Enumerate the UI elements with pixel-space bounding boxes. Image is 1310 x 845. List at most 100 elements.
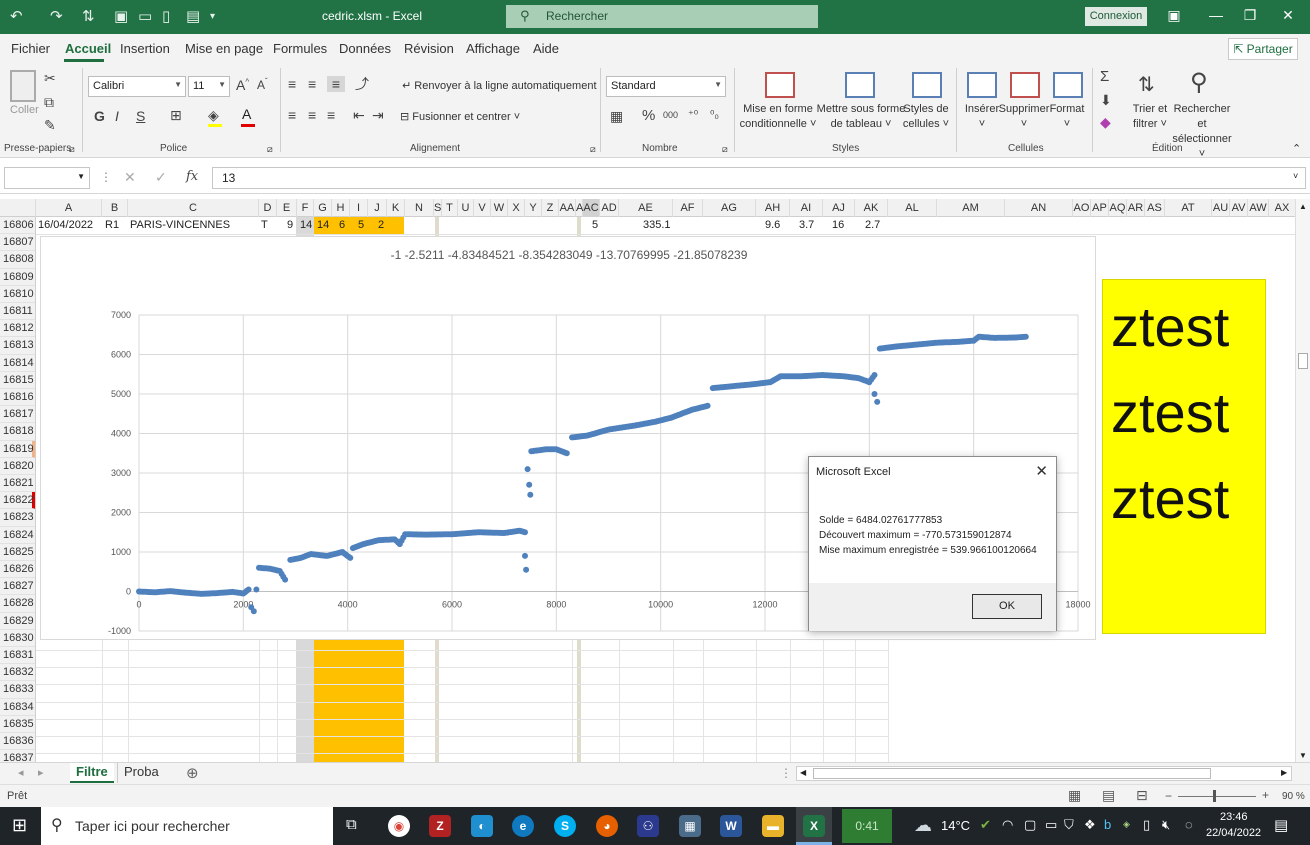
- insert-function-button[interactable]: fx: [186, 169, 198, 184]
- scroll-left-icon[interactable]: ◀: [800, 768, 806, 777]
- row-header[interactable]: 16809: [0, 269, 35, 286]
- alignment-launcher-icon[interactable]: ⧄: [590, 144, 596, 155]
- row-header[interactable]: 16812: [0, 320, 35, 338]
- share-button[interactable]: ⇱ Partager: [1228, 38, 1298, 60]
- column-header[interactable]: AU: [1212, 199, 1230, 217]
- column-header[interactable]: H: [332, 199, 350, 217]
- connexion-button[interactable]: Connexion: [1085, 7, 1147, 26]
- taskbar-search[interactable]: ⚲ Taper ici pour rechercher: [41, 807, 333, 845]
- cell-h[interactable]: 6: [339, 217, 345, 234]
- firefox-icon[interactable]: ◕: [596, 815, 618, 837]
- scroll-up-icon[interactable]: ▲: [1299, 202, 1307, 211]
- increase-font-icon[interactable]: A^: [236, 77, 249, 93]
- align-top-icon[interactable]: ≡: [288, 76, 296, 92]
- expand-formula-icon[interactable]: ˅: [1293, 171, 1298, 181]
- column-header[interactable]: A: [36, 199, 102, 217]
- column-header[interactable]: AX: [1269, 199, 1295, 217]
- restore-icon[interactable]: ❐: [1240, 7, 1260, 27]
- zoom-in-icon[interactable]: +: [1262, 788, 1269, 802]
- row-header[interactable]: 16811: [0, 303, 35, 321]
- align-left-icon[interactable]: ≡: [288, 107, 296, 123]
- security-icon[interactable]: ✔: [980, 817, 991, 833]
- row-header[interactable]: 16819: [0, 440, 35, 458]
- bold-button[interactable]: G: [94, 108, 105, 124]
- row-header[interactable]: 16820: [0, 458, 35, 475]
- h-scroll-thumb[interactable]: [813, 768, 1211, 779]
- page-layout-icon[interactable]: ▤: [1102, 787, 1115, 804]
- row-header[interactable]: 16830: [0, 630, 35, 647]
- horizontal-scrollbar[interactable]: ◀ ▶: [796, 766, 1292, 781]
- weather-temp[interactable]: 14°C: [941, 818, 970, 833]
- column-header[interactable]: K: [387, 199, 405, 217]
- tab-mise-en-page[interactable]: Mise en page: [185, 41, 263, 56]
- decrease-indent-icon[interactable]: ⇤: [353, 107, 365, 124]
- ok-button[interactable]: OK: [972, 594, 1042, 619]
- sheet-tab-filtre[interactable]: Filtre: [70, 763, 114, 783]
- row-header[interactable]: 16825: [0, 544, 35, 561]
- zoom-slider-thumb[interactable]: [1213, 790, 1216, 802]
- column-header[interactable]: V: [474, 199, 491, 217]
- customize-qat-icon[interactable]: ▾: [210, 11, 215, 22]
- wifi-icon[interactable]: ◠: [1002, 817, 1013, 833]
- collapse-ribbon-icon[interactable]: ⌃: [1292, 142, 1301, 155]
- clock-time[interactable]: 23:46: [1220, 811, 1248, 823]
- row-header[interactable]: 16818: [0, 423, 35, 441]
- dialog-close-icon[interactable]: ✕: [1035, 462, 1048, 480]
- row-header[interactable]: 16826: [0, 561, 35, 579]
- zoom-out-icon[interactable]: −: [1165, 789, 1172, 803]
- print-icon[interactable]: ▤: [186, 7, 200, 25]
- column-header[interactable]: AA: [559, 199, 576, 217]
- format-cells-button[interactable]: Format ˅: [1046, 102, 1088, 132]
- excel-icon[interactable]: X: [803, 815, 825, 837]
- column-header[interactable]: AN: [1005, 199, 1073, 217]
- app-icon[interactable]: ◐: [471, 815, 493, 837]
- font-name-select[interactable]: Calibri ▼: [88, 76, 186, 97]
- cell-b[interactable]: R1: [105, 217, 119, 234]
- font-size-select[interactable]: 11 ▼: [188, 76, 230, 97]
- cell-j[interactable]: 2: [378, 217, 384, 234]
- redo-icon[interactable]: ↷: [50, 7, 63, 25]
- row-header[interactable]: 16807: [0, 234, 35, 252]
- align-middle-icon[interactable]: ≡: [308, 76, 316, 92]
- column-header[interactable]: N: [405, 199, 434, 217]
- column-header[interactable]: AM: [937, 199, 1005, 217]
- cell-styles-button[interactable]: Styles de cellules ˅: [900, 102, 952, 132]
- wrap-text-button[interactable]: ↵ Renvoyer à la ligne automatiquement: [402, 79, 597, 92]
- clipboard-launcher-icon[interactable]: ⧄: [69, 144, 75, 155]
- row-header[interactable]: 16832: [0, 664, 35, 682]
- align-bottom-icon[interactable]: ≡: [327, 76, 345, 92]
- tab-donnees[interactable]: Données: [339, 41, 391, 56]
- row-header[interactable]: 16836: [0, 733, 35, 751]
- row-header[interactable]: 16829: [0, 613, 35, 630]
- notifications-icon[interactable]: ▤: [1274, 816, 1288, 834]
- fill-color-icon[interactable]: ◈: [208, 107, 219, 124]
- save-icon[interactable]: ▣: [114, 7, 128, 25]
- page-break-icon[interactable]: ⊟: [1136, 787, 1148, 804]
- align-right-icon[interactable]: ≡: [327, 107, 335, 123]
- underline-button[interactable]: S: [136, 108, 145, 124]
- format-painter-icon[interactable]: ✎: [44, 117, 56, 134]
- column-header[interactable]: AS: [1145, 199, 1165, 217]
- row-header[interactable]: 16823: [0, 509, 35, 527]
- row-header[interactable]: 16815: [0, 372, 35, 389]
- scroll-thumb[interactable]: [1298, 353, 1308, 369]
- shield-icon[interactable]: ⛉: [1064, 817, 1074, 833]
- column-header[interactable]: B: [102, 199, 128, 217]
- row-header[interactable]: 16834: [0, 699, 35, 716]
- column-header[interactable]: AE: [619, 199, 673, 217]
- row-header[interactable]: 16813: [0, 337, 35, 355]
- undo-icon[interactable]: ↶: [10, 7, 23, 25]
- enter-icon[interactable]: ✓: [155, 169, 167, 186]
- column-header[interactable]: AO: [1073, 199, 1091, 217]
- paste-icon[interactable]: [10, 70, 36, 102]
- open-icon[interactable]: ▭: [138, 7, 152, 25]
- increase-indent-icon[interactable]: ⇥: [372, 107, 384, 124]
- store-icon[interactable]: ▦: [679, 815, 701, 837]
- fill-icon[interactable]: ⬇: [1100, 92, 1112, 109]
- search-box[interactable]: ⚲ Rechercher: [506, 5, 818, 28]
- sort-icon[interactable]: ⇅: [82, 7, 95, 25]
- clock-date[interactable]: 22/04/2022: [1206, 827, 1261, 839]
- copy-icon[interactable]: ⧉: [44, 94, 54, 111]
- file-explorer-icon[interactable]: ▬: [762, 815, 784, 837]
- scroll-down-icon[interactable]: ▼: [1299, 751, 1307, 760]
